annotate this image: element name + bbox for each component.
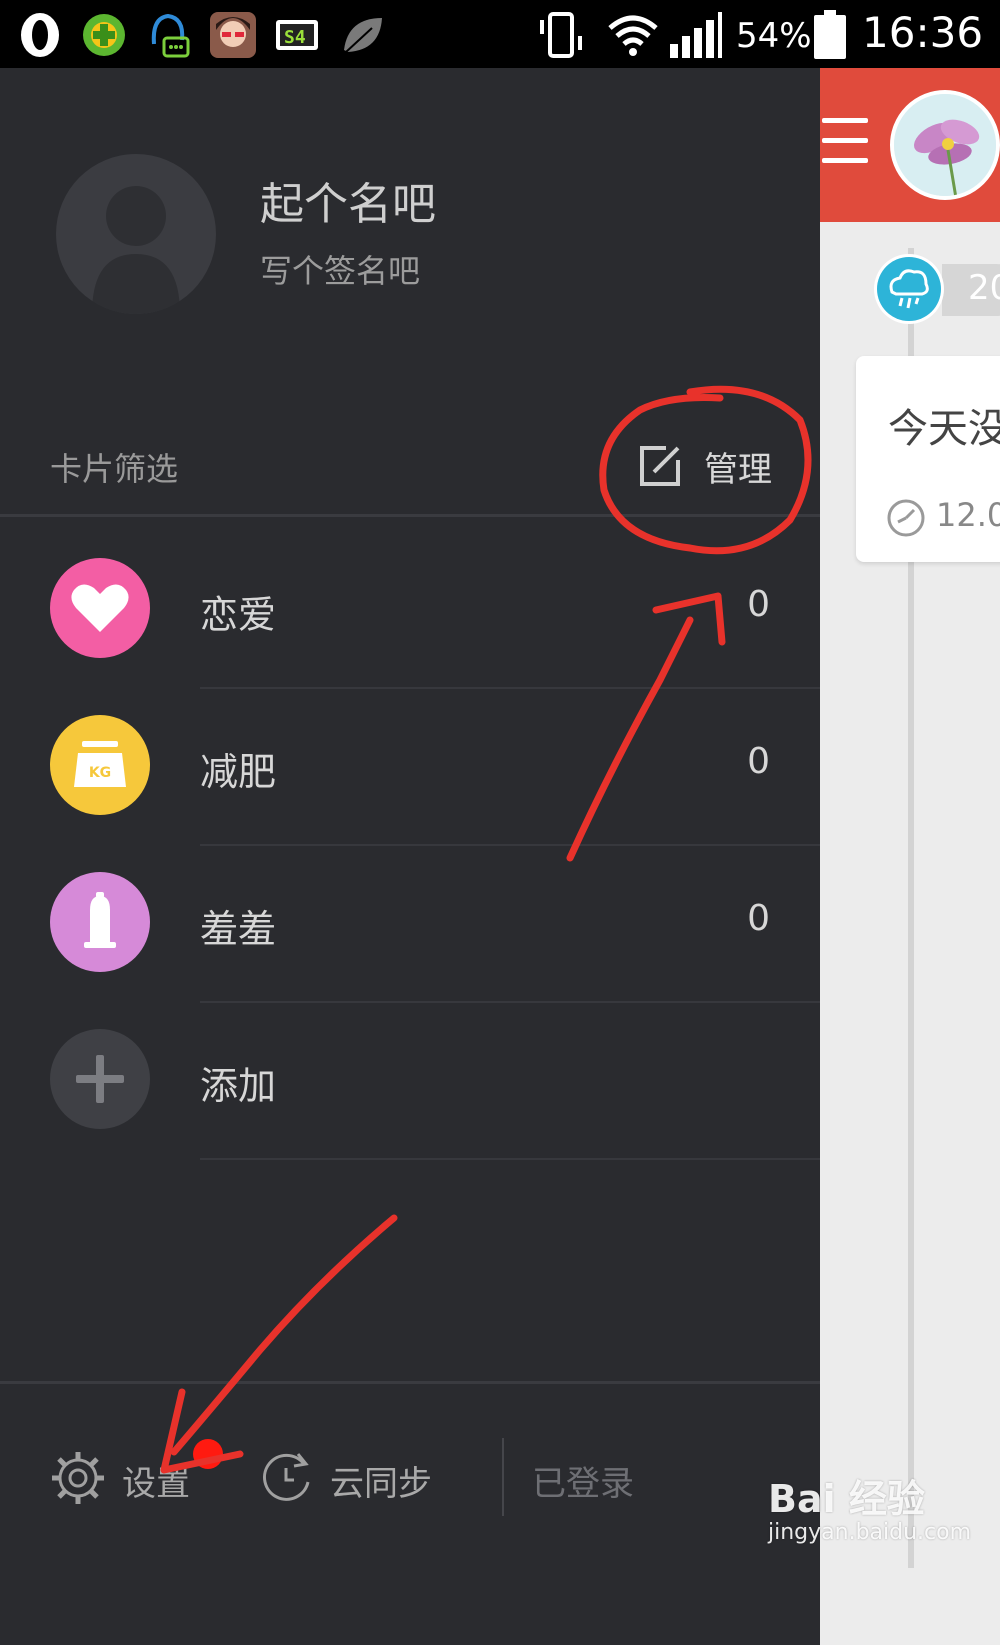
card-filter-label: 卡片筛选 — [50, 450, 179, 488]
profile-name[interactable]: 起个名吧 — [260, 168, 436, 232]
diary-card[interactable]: 今天没 12.0 — [856, 356, 1000, 562]
profile-photo-icon — [210, 12, 256, 58]
card-time: 12.0 — [936, 496, 1000, 534]
plus-icon — [50, 1029, 150, 1129]
category-diet[interactable]: KG 减肥 0 — [0, 689, 820, 846]
edit-icon — [640, 446, 680, 486]
qq-message-icon — [151, 13, 190, 58]
battery-icon — [814, 10, 846, 59]
navigation-drawer: 起个名吧 写个签名吧 卡片筛选 管理 恋爱 0 KG 减肥 0 羞羞 0 添加 — [0, 68, 820, 1645]
settings-label: 设置 — [122, 1464, 190, 1504]
scale-kg-text: KG — [89, 765, 111, 781]
scale-kg-icon: KG — [50, 715, 150, 815]
weather-rain-icon — [874, 254, 944, 324]
category-label: 恋爱 — [200, 593, 277, 637]
category-shy[interactable]: 羞羞 0 — [0, 846, 820, 1003]
divider — [502, 1438, 504, 1516]
category-label: 减肥 — [200, 750, 277, 794]
main-header — [820, 68, 1000, 222]
hamburger-menu-icon[interactable] — [820, 112, 876, 172]
watermark-main: Bai 经验 — [768, 1477, 925, 1521]
360-security-icon — [83, 14, 125, 56]
category-count: 0 — [747, 898, 770, 939]
status-bar: S4 54% 16:36 — [0, 0, 1000, 68]
date-label: 20 — [968, 268, 1000, 308]
heart-icon — [50, 558, 150, 658]
main-avatar[interactable] — [890, 90, 1000, 200]
flower-avatar-icon — [894, 94, 996, 196]
notification-dot — [193, 1439, 223, 1469]
category-add[interactable]: 添加 — [0, 1003, 820, 1160]
battery-percent: 54% — [736, 16, 812, 56]
category-label: 羞羞 — [200, 907, 277, 951]
user-avatar[interactable] — [56, 154, 216, 314]
wifi-icon — [608, 15, 658, 56]
cloud-sync-label: 云同步 — [330, 1464, 432, 1504]
card-title: 今天没 — [888, 406, 1000, 452]
divider — [200, 1158, 820, 1160]
sync-clock-icon — [263, 1453, 310, 1501]
gear-icon — [52, 1452, 104, 1504]
category-count: 0 — [747, 741, 770, 782]
logged-in-label: 已登录 — [532, 1464, 634, 1504]
divider — [0, 514, 820, 517]
sim-icon: S4 — [276, 20, 318, 50]
vibrate-icon — [540, 12, 582, 58]
watermark-sub: jingyan.baidu.com — [768, 1520, 972, 1545]
opera-icon — [21, 13, 59, 57]
leaf-icon — [344, 18, 382, 53]
divider — [0, 1381, 820, 1384]
manage-label: 管理 — [704, 450, 772, 490]
login-status[interactable]: 已登录 — [532, 1442, 682, 1512]
clock-icon — [887, 499, 925, 537]
manage-button[interactable]: 管理 — [638, 438, 778, 494]
category-love[interactable]: 恋爱 0 — [0, 532, 820, 689]
user-silhouette-icon — [92, 186, 180, 314]
clock: 16:36 — [862, 8, 984, 57]
settings-button[interactable]: 设置 — [50, 1442, 200, 1512]
profile-signature[interactable]: 写个签名吧 — [260, 246, 420, 292]
main-content: 20 今天没 12.0 — [820, 68, 1000, 1645]
signal-icon — [670, 12, 722, 58]
condom-icon — [50, 872, 150, 972]
category-count: 0 — [747, 584, 770, 625]
cloud-sync-button[interactable]: 云同步 — [258, 1442, 438, 1512]
svg-text:S4: S4 — [284, 27, 306, 48]
category-label: 添加 — [200, 1064, 277, 1108]
